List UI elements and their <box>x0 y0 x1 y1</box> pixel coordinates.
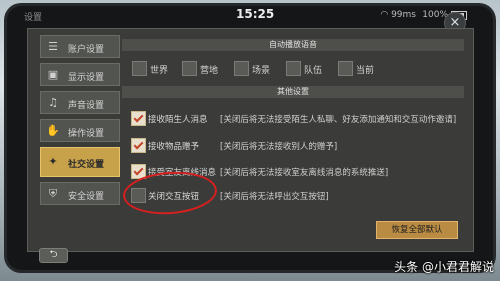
voice-camp-label: 营地 <box>200 66 219 76</box>
voice-current-label: 当前 <box>356 66 375 76</box>
wifi-latency: ◠ 99ms <box>380 10 416 20</box>
stranger-messages-checkbox[interactable] <box>131 111 146 126</box>
gift-receive-label: 接收物品赠予 <box>148 142 200 152</box>
voice-world-label: 世界 <box>150 66 169 76</box>
sidebar-item-controls[interactable]: ✋ 操作设置 <box>40 119 120 142</box>
social-settings-content: 自动播放语音 世界 营地 场景 队伍 当前 其他设置 接收陌生人消息 [关闭后将… <box>122 36 466 248</box>
voice-team-label: 队伍 <box>304 66 323 76</box>
hand-icon: ✋ <box>46 124 60 137</box>
sidebar-item-label: 声音设置 <box>68 101 105 111</box>
reset-defaults-button[interactable]: 恢复全部默认 <box>376 221 458 239</box>
voice-scene-checkbox[interactable] <box>234 61 249 76</box>
voice-scene-label: 场景 <box>252 66 271 76</box>
sidebar-item-security[interactable]: ⛨ 安全设置 <box>40 182 120 205</box>
stranger-messages-label: 接收陌生人消息 <box>148 115 208 125</box>
shield-icon: ⛨ <box>48 187 58 200</box>
close-interaction-desc: [关闭后将无法呼出交互按钮] <box>220 192 329 202</box>
gift-receive-desc: [关闭后将无法接收别人的赠予] <box>220 142 338 152</box>
voice-camp-checkbox[interactable] <box>182 61 197 76</box>
stranger-messages-desc: [关闭后将无法接受陌生人私聊、好友添加通知和交互动作邀请] <box>220 115 457 125</box>
social-icon: ✦ <box>48 155 58 168</box>
sidebar-item-social[interactable]: ✦ 社交设置 <box>40 147 120 177</box>
sidebar-item-label: 操作设置 <box>68 129 105 139</box>
voice-current-checkbox[interactable] <box>338 61 353 76</box>
watermark: 头条 @小君君解说 <box>394 260 494 274</box>
display-icon: ▣ <box>47 68 59 81</box>
other-settings-header: 其他设置 <box>122 86 464 98</box>
status-bar: 设置 15:25 ◠ 99ms 100% <box>24 7 476 26</box>
sidebar-item-account[interactable]: ☰ 账户设置 <box>40 35 120 58</box>
sidebar-item-display[interactable]: ▣ 显示设置 <box>40 63 120 86</box>
window-title: 设置 <box>24 13 43 23</box>
sidebar-item-sound[interactable]: ♫ 声音设置 <box>40 91 120 114</box>
voice-team-checkbox[interactable] <box>286 61 301 76</box>
roommate-offline-desc: [关闭后将无法接收室友离线消息的系统推送] <box>220 168 389 178</box>
auto-voice-header: 自动播放语音 <box>122 39 464 51</box>
sidebar: ☰ 账户设置 ▣ 显示设置 ♫ 声音设置 ✋ 操作设置 ✦ 社交设置 ⛨ 安全设… <box>40 35 120 210</box>
latency-value: 99ms <box>391 10 416 20</box>
clock: 15:25 <box>236 7 275 21</box>
sliders-icon: ♫ <box>48 96 58 109</box>
sidebar-item-label: 账户设置 <box>68 45 105 55</box>
back-button[interactable]: ⮌ <box>39 248 68 263</box>
sidebar-item-label: 显示设置 <box>68 73 105 83</box>
sidebar-item-label: 社交设置 <box>68 160 105 170</box>
sidebar-item-label: 安全设置 <box>68 192 105 202</box>
voice-world-checkbox[interactable] <box>132 61 147 76</box>
account-icon: ☰ <box>48 40 58 53</box>
wifi-icon: ◠ <box>380 10 392 20</box>
gift-receive-checkbox[interactable] <box>131 138 146 153</box>
